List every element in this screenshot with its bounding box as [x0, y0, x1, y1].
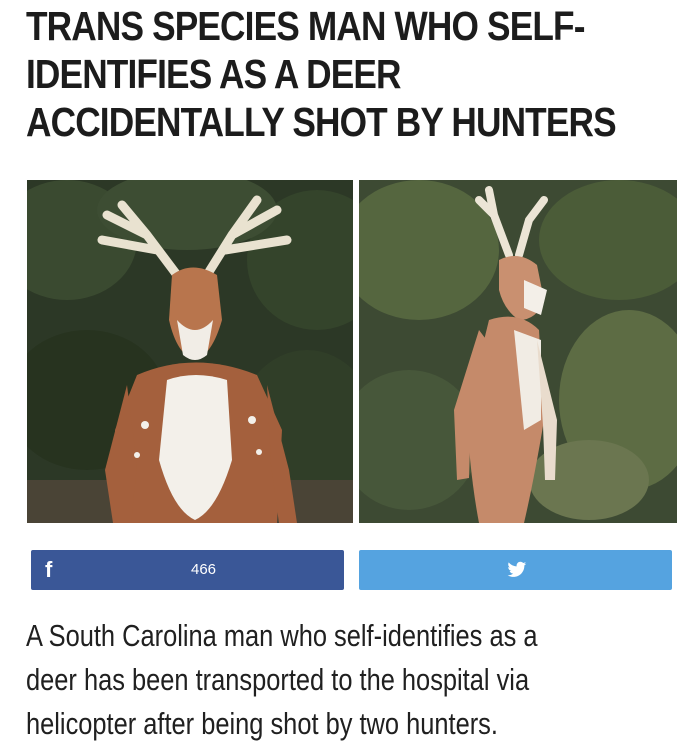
article-line: helicopter after being shot by two hunte… — [26, 706, 498, 741]
facebook-share-button[interactable]: f 466 — [31, 550, 344, 590]
deer-photo-front — [27, 180, 353, 523]
headline-line: IDENTIFIES AS A DEER — [26, 51, 401, 97]
headline-line: ACCIDENTALLY SHOT BY HUNTERS — [26, 99, 617, 145]
facebook-icon: f — [45, 557, 53, 582]
article-lede: A South Carolina man who self-identifies… — [26, 614, 592, 746]
deer-photo-side — [359, 180, 677, 523]
headline-line: TRANS SPECIES MAN WHO SELF- — [26, 3, 585, 49]
share-count: 466 — [191, 561, 217, 578]
twitter-share-button[interactable] — [359, 550, 672, 590]
article-line: A South Carolina man who self-identifies… — [26, 618, 538, 653]
twitter-bird-icon — [507, 561, 527, 577]
article-line: deer has been transported to the hospita… — [26, 662, 530, 697]
headline: TRANS SPECIES MAN WHO SELF- IDENTIFIES A… — [26, 2, 617, 146]
